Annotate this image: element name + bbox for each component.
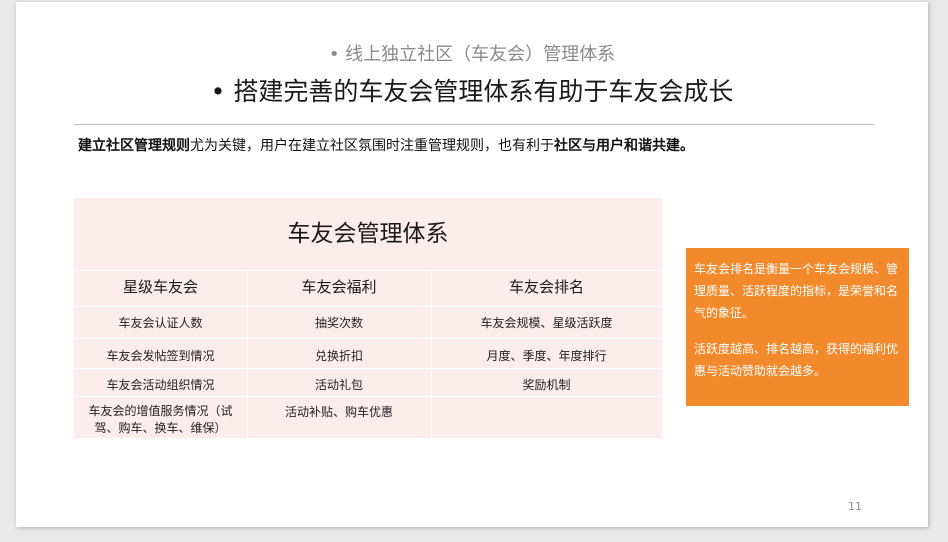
page-number: 11 [848,500,862,513]
table-cell: 抽奖次数 [314,316,363,330]
table-cell: 活动补贴、购车优惠 [284,405,393,419]
table-cell: 车友会发帖签到情况 [106,349,215,363]
table-cell: 兑换折扣 [314,349,363,363]
table-cell: 车友会认证人数 [118,316,203,330]
ranking-note: 车友会排名是衡量一个车友会规模、管理质量、活跃程度的指标，是荣誉和名气的象征。 … [686,248,909,406]
slide-title: • 搭建完善的车友会管理体系有助于车友会成长 [210,77,734,106]
grid-line [74,338,662,339]
lead-bold-2: 社区与用户和谐共建。 [554,138,694,154]
header-cell: 车友会排名 [508,278,584,296]
table-cell: 月度、季度、年度排行 [486,349,607,363]
slide-subtitle: • 线上独立社区（车友会）管理体系 [328,44,616,65]
lead-bold-1: 建立社区管理规则 [78,138,190,154]
header-cell: 星级车友会 [122,278,198,296]
table-cell: 车友会规模、星级活跃度 [480,316,613,330]
table-cell: 活动礼包 [314,378,363,392]
note-paragraph-2: 活跃度越高、排名越高，获得的福利优惠与活动赞助就会越多。 [694,342,899,378]
grid-line [74,306,662,307]
note-paragraph-1: 车友会排名是衡量一个车友会规模、管理质量、活跃程度的指标，是荣誉和名气的象征。 [694,262,899,320]
lead-paragraph: 建立社区管理规则尤为关键，用户在建立社区氛围时注重管理规则，也有利于社区与用户和… [78,135,878,155]
slide: • 线上独立社区（车友会）管理体系 • 搭建完善的车友会管理体系有助于车友会成长… [16,2,928,527]
table-cell: 车友会活动组织情况 [106,378,215,392]
management-table: 车友会管理体系 星级车友会 车友会福利 车友会排名 车友会认证人数 抽奖次数 车… [74,198,662,438]
grid-line [74,270,662,271]
header-cell: 车友会福利 [301,278,377,296]
table-title: 车友会管理体系 [287,221,449,247]
lead-text: 尤为关键，用户在建立社区氛围时注重管理规则，也有利于 [190,138,554,154]
grid-line [74,396,662,397]
divider [74,124,874,125]
grid-line [74,368,662,369]
table-cell: 奖励机制 [522,378,571,392]
table-cell: 车友会的增值服务情况（试驾、购车、换车、维保） [88,404,233,435]
